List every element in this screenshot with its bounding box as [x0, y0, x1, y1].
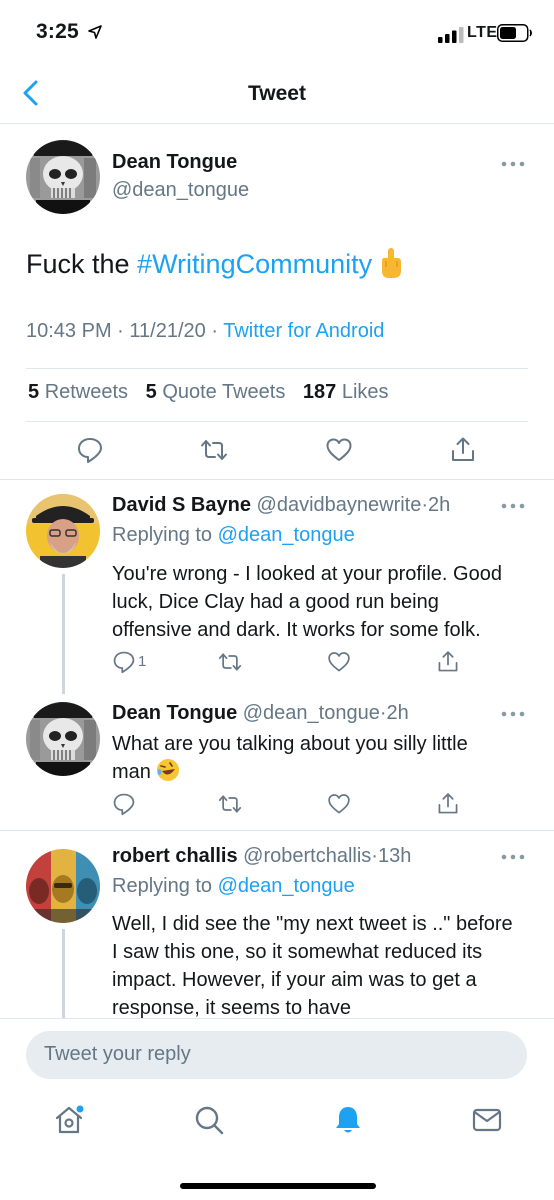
- tweet-meta: 10:43 PM · 11/21/20 · Twitter for Androi…: [26, 320, 384, 343]
- home-indicator: [180, 1183, 376, 1189]
- notifications-icon[interactable]: [332, 1104, 364, 1136]
- likes-stat[interactable]: 187 Likes: [303, 381, 389, 403]
- share-icon[interactable]: [449, 436, 477, 464]
- location-arrow-icon: [88, 25, 102, 39]
- reply-text: Well, I did see the "my next tweet is ..…: [112, 913, 513, 1018]
- reply-tweet[interactable]: Dean Tongue @dean_tongue·2h What are you…: [0, 694, 554, 830]
- author-name[interactable]: David S Bayne: [112, 494, 251, 516]
- author-name[interactable]: Dean Tongue: [112, 702, 237, 724]
- page-title: Tweet: [248, 82, 306, 105]
- quotes-label: Quote Tweets: [162, 381, 286, 403]
- middle-finger-emoji-icon: [382, 248, 402, 278]
- reply-composer: Tweet your reply: [0, 1018, 554, 1090]
- reply-time: 2h: [428, 494, 451, 516]
- reply-icon[interactable]: [112, 650, 136, 674]
- like-heart-icon[interactable]: [327, 650, 351, 674]
- reply-text: What are you talking about you silly lit…: [112, 730, 512, 786]
- tweet-source-link[interactable]: Twitter for Android: [223, 320, 384, 342]
- tweet-date: 11/21/20: [129, 320, 206, 342]
- signal-icon: [438, 27, 464, 43]
- more-options-icon[interactable]: [500, 710, 526, 718]
- author-handle[interactable]: @dean_tongue: [112, 179, 249, 202]
- reply-tweet[interactable]: robert challis @robertchallis·13h Replyi…: [0, 831, 554, 1018]
- replying-to-link[interactable]: @dean_tongue: [218, 524, 355, 546]
- retweets-stat[interactable]: 5 Retweets: [28, 381, 128, 403]
- thread-connector: [62, 574, 65, 694]
- replying-to-link[interactable]: @dean_tongue: [218, 875, 355, 897]
- status-bar: 3:25 LTE: [0, 0, 554, 62]
- meta-separator: ·: [211, 320, 219, 342]
- retweet-icon[interactable]: [218, 650, 242, 674]
- author-handle[interactable]: @robertchallis: [243, 845, 371, 867]
- tweet-time: 10:43 PM: [26, 320, 112, 342]
- quote-tweets-stat[interactable]: 5 Quote Tweets: [146, 381, 286, 403]
- replying-to: Replying to @dean_tongue: [112, 875, 355, 898]
- reply-icon[interactable]: [112, 792, 136, 816]
- retweets-count: 5: [28, 381, 40, 403]
- main-tweet: Dean Tongue @dean_tongue Fuck the #Writi…: [0, 124, 554, 480]
- nav-bar: Tweet: [0, 62, 554, 124]
- reply-count: 1: [138, 653, 147, 670]
- reply-header: robert challis @robertchallis·13h: [112, 845, 412, 867]
- reply-input[interactable]: Tweet your reply: [26, 1031, 527, 1079]
- like-heart-icon[interactable]: [325, 436, 353, 464]
- messages-icon[interactable]: [471, 1104, 503, 1136]
- more-options-icon[interactable]: [500, 160, 526, 168]
- retweets-label: Retweets: [44, 381, 129, 403]
- battery-icon: [497, 24, 532, 42]
- avatar[interactable]: [26, 702, 100, 776]
- author-handle[interactable]: @davidbaynewrite: [257, 494, 422, 516]
- network-type: LTE: [467, 24, 498, 41]
- more-options-icon[interactable]: [500, 502, 526, 510]
- likes-label: Likes: [341, 381, 389, 403]
- skull-avatar-image: [26, 140, 100, 214]
- replying-to-label: Replying to: [112, 875, 213, 897]
- share-icon[interactable]: [436, 792, 460, 816]
- retweet-icon[interactable]: [200, 436, 228, 464]
- replying-to-label: Replying to: [112, 524, 213, 546]
- author-name[interactable]: Dean Tongue: [112, 151, 237, 174]
- reply-header: David S Bayne @davidbaynewrite·2h: [112, 494, 451, 516]
- tinted-faces-avatar-image: [26, 849, 100, 923]
- bearded-man-avatar-image: [26, 494, 100, 568]
- author-handle[interactable]: @dean_tongue: [243, 702, 380, 724]
- home-icon[interactable]: [53, 1104, 85, 1136]
- tweet-text: Fuck the #WritingCommunity: [26, 247, 404, 280]
- replying-to: Replying to @dean_tongue: [112, 524, 355, 547]
- like-heart-icon[interactable]: [327, 792, 351, 816]
- hashtag-link[interactable]: #WritingCommunity: [137, 249, 372, 279]
- reply-time: 13h: [377, 845, 412, 867]
- search-icon[interactable]: [193, 1104, 225, 1136]
- reply-tweet[interactable]: David S Bayne @davidbaynewrite·2h Replyi…: [0, 480, 554, 694]
- reply-icon[interactable]: [76, 436, 104, 464]
- tweet-text-body: Fuck the: [26, 249, 138, 279]
- thread-connector: [62, 929, 65, 1018]
- retweet-icon[interactable]: [218, 792, 242, 816]
- avatar[interactable]: [26, 494, 100, 568]
- avatar[interactable]: [26, 140, 100, 214]
- reply-time: 2h: [386, 702, 409, 724]
- status-time: 3:25: [36, 20, 79, 43]
- quotes-count: 5: [145, 381, 157, 403]
- avatar[interactable]: [26, 849, 100, 923]
- share-icon[interactable]: [436, 650, 460, 674]
- rolling-laughing-emoji-icon: [157, 759, 180, 781]
- tweet-actions: [0, 436, 554, 470]
- meta-separator: ·: [117, 320, 124, 342]
- reply-text: You're wrong - I looked at your profile.…: [112, 563, 502, 641]
- more-options-icon[interactable]: [500, 853, 526, 861]
- engagement-stats: 5 Retweets 5 Quote Tweets 187 Likes: [26, 368, 528, 422]
- skull-avatar-image: [26, 702, 100, 776]
- author-name[interactable]: robert challis: [112, 845, 238, 867]
- reply-header: Dean Tongue @dean_tongue·2h: [112, 702, 409, 724]
- likes-count: 187: [302, 381, 337, 403]
